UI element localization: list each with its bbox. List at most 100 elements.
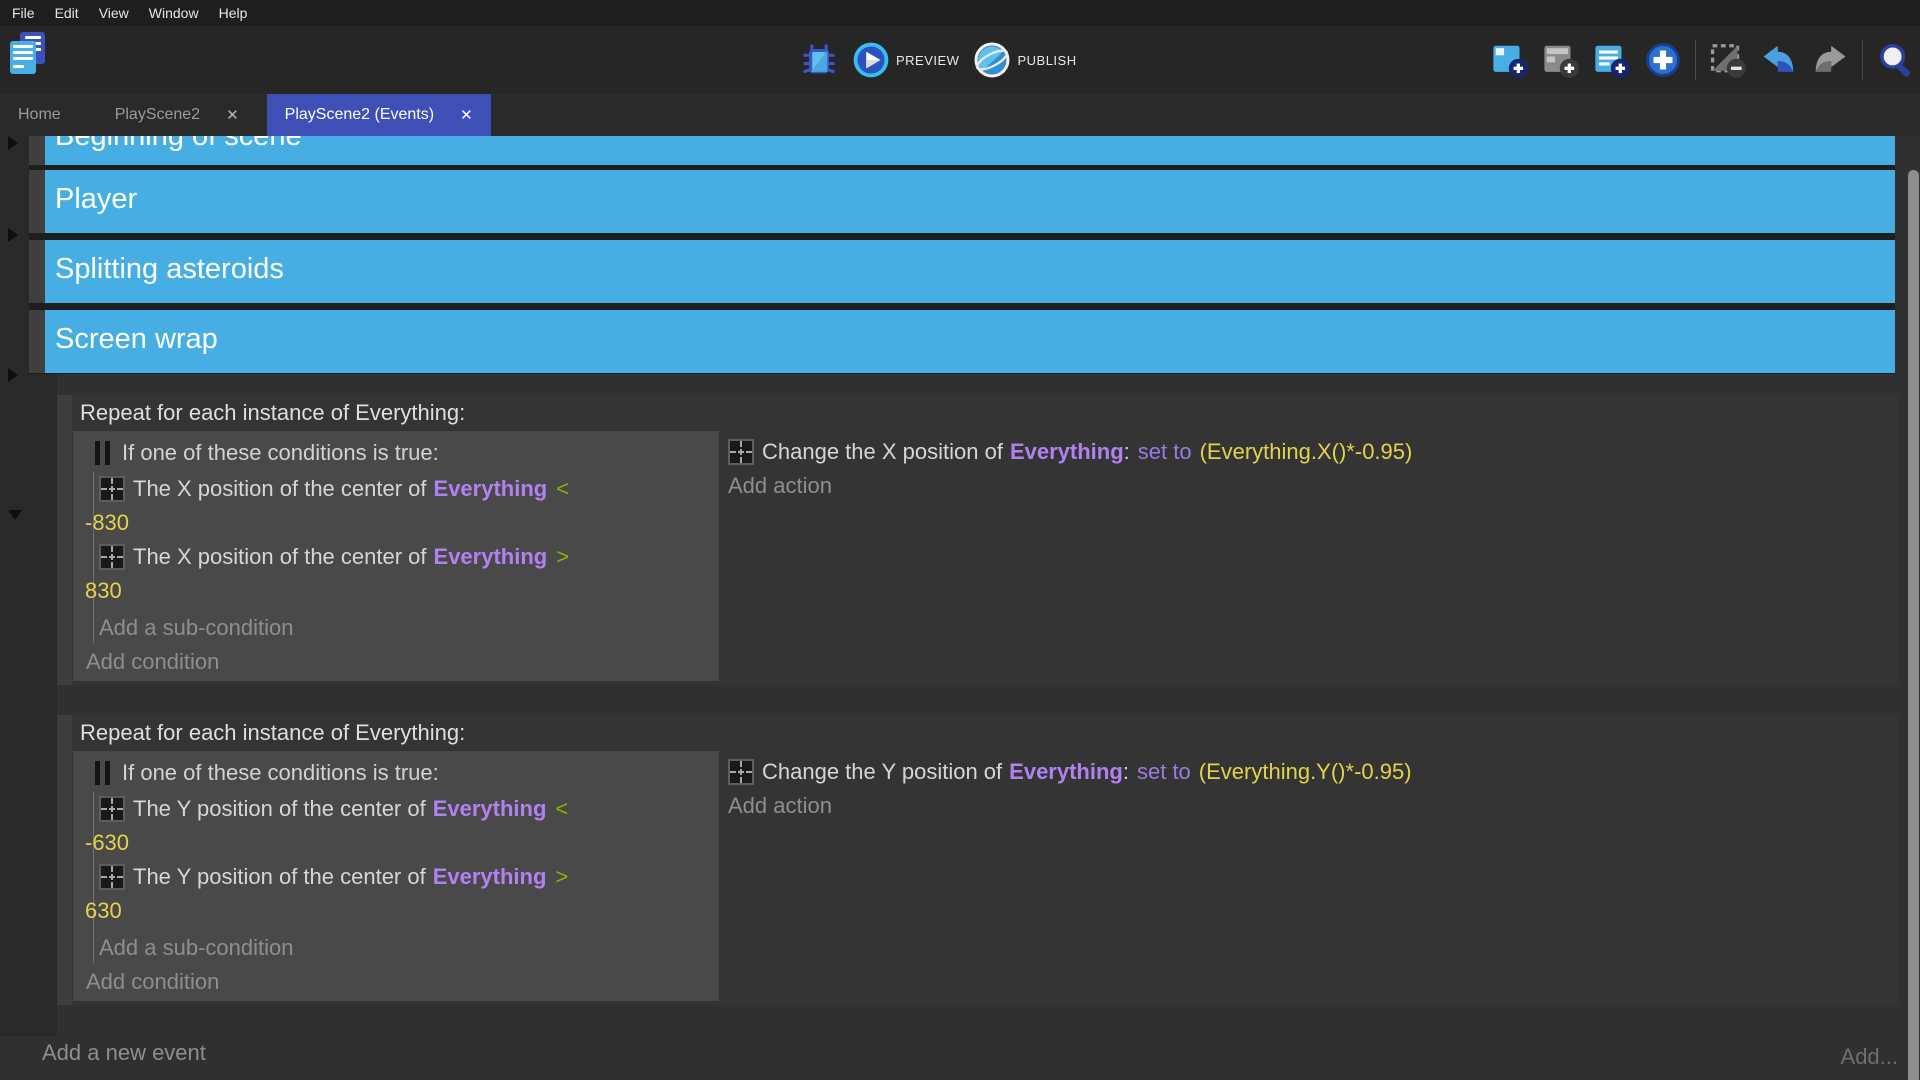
scrollbar-thumb[interactable]	[1908, 170, 1919, 1080]
group-title: Beginning of scene	[45, 136, 1895, 153]
comparison-operator: <	[556, 472, 569, 506]
add-event-icon[interactable]	[1491, 41, 1529, 79]
tab-playscene2-events[interactable]: PlayScene2 (Events) ✕	[267, 94, 491, 136]
menu-file[interactable]: File	[2, 0, 45, 26]
event-group-splitting-asteroids: Splitting asteroids	[0, 240, 1895, 303]
delete-selection-icon[interactable]	[1709, 41, 1747, 79]
menu-edit[interactable]: Edit	[45, 0, 89, 26]
expression-value: (Everything.Y()*-0.95)	[1199, 755, 1412, 789]
or-condition-title[interactable]: If one of these conditions is true:	[95, 756, 711, 790]
gdevelop-logo-icon	[8, 32, 48, 76]
object-name: Everything	[1009, 755, 1123, 789]
group-handle[interactable]	[29, 170, 45, 233]
actions-column: Change the X position of Everything : se…	[728, 431, 1412, 501]
object-name: Everything	[1010, 435, 1124, 469]
add-action-button[interactable]: Add action	[728, 790, 1412, 821]
add-subevent-icon[interactable]	[1542, 41, 1580, 79]
undo-icon[interactable]	[1760, 41, 1798, 79]
or-condition-title[interactable]: If one of these conditions is true:	[95, 436, 711, 470]
group-title: Screen wrap	[45, 323, 1895, 356]
condition-value: 830	[85, 574, 711, 608]
condition-row[interactable]: The Y position of the center of Everythi…	[99, 860, 711, 928]
set-operator: set to	[1137, 755, 1191, 789]
event-repeat-y[interactable]: Repeat for each instance of Everything: …	[57, 715, 1898, 1005]
conditions-column: If one of these conditions is true: The …	[73, 751, 719, 1001]
add-sub-condition-button[interactable]: Add a sub-condition	[99, 612, 711, 643]
comparison-operator: >	[555, 860, 568, 894]
preview-button[interactable]: PREVIEW	[852, 41, 959, 79]
tab-playscene2[interactable]: PlayScene2 ✕	[97, 94, 257, 136]
group-title: Player	[45, 183, 1895, 216]
set-operator: set to	[1138, 435, 1192, 469]
object-name: Everything	[433, 860, 547, 894]
main-toolbar: PREVIEW PUBLISH	[0, 26, 1920, 94]
event-group-player: Player	[0, 170, 1895, 233]
add-more-button[interactable]: Add...	[1841, 1044, 1898, 1070]
menu-window[interactable]: Window	[139, 0, 209, 26]
add-action-button[interactable]: Add action	[728, 470, 1412, 501]
event-handle[interactable]	[57, 715, 72, 1005]
menu-help[interactable]: Help	[209, 0, 258, 26]
close-icon[interactable]: ✕	[460, 106, 473, 124]
action-row[interactable]: Change the Y position of Everything : se…	[728, 755, 1412, 789]
add-condition-button[interactable]: Add condition	[86, 646, 711, 677]
tab-label: PlayScene2	[115, 106, 200, 124]
group-handle[interactable]	[29, 240, 45, 303]
conditions-column: If one of these conditions is true: The …	[73, 431, 719, 681]
event-handle[interactable]	[57, 395, 72, 685]
or-icon	[95, 761, 110, 785]
group-handle[interactable]	[29, 310, 45, 373]
group-handle[interactable]	[29, 136, 45, 165]
comparison-operator: <	[555, 792, 568, 826]
preview-label: PREVIEW	[896, 53, 959, 68]
actions-column: Change the Y position of Everything : se…	[728, 751, 1412, 821]
add-other-event-icon[interactable]	[1644, 41, 1682, 79]
comparison-operator: >	[556, 540, 569, 574]
position-icon	[728, 439, 754, 465]
close-icon[interactable]: ✕	[226, 106, 239, 124]
tab-label: Home	[18, 106, 61, 124]
group-header[interactable]: Splitting asteroids	[45, 240, 1895, 303]
expand-arrow-icon[interactable]	[8, 510, 22, 520]
vertical-scrollbar[interactable]	[1907, 170, 1920, 1080]
toolbar-separator	[1695, 40, 1696, 80]
object-name: Everything	[434, 472, 548, 506]
repeat-event-header[interactable]: Repeat for each instance of Everything:	[72, 395, 1898, 431]
collapse-arrow-icon[interactable]	[8, 136, 18, 150]
repeat-event-header[interactable]: Repeat for each instance of Everything:	[72, 715, 1898, 751]
publish-globe-icon	[973, 41, 1011, 79]
preview-play-icon	[852, 41, 890, 79]
add-condition-button[interactable]: Add condition	[86, 966, 711, 997]
group-header[interactable]: Beginning of scene	[45, 136, 1895, 165]
condition-value: 630	[85, 894, 711, 928]
debug-icon[interactable]	[800, 41, 838, 79]
add-sub-condition-button[interactable]: Add a sub-condition	[99, 932, 711, 963]
condition-row[interactable]: The Y position of the center of Everythi…	[99, 792, 711, 860]
position-icon	[728, 759, 754, 785]
object-name: Everything	[433, 792, 547, 826]
event-group-screen-wrap: Screen wrap	[0, 310, 1895, 373]
condition-row[interactable]: The X position of the center of Everythi…	[99, 472, 711, 540]
group-title: Splitting asteroids	[45, 253, 1895, 286]
menu-bar: File Edit View Window Help	[0, 0, 1920, 26]
object-name: Everything	[434, 540, 548, 574]
menu-view[interactable]: View	[89, 0, 139, 26]
events-sheet: Beginning of scene Player Splitting aste…	[0, 136, 1920, 1080]
expression-value: (Everything.X()*-0.95)	[1200, 435, 1413, 469]
event-repeat-x[interactable]: Repeat for each instance of Everything: …	[57, 395, 1898, 685]
add-comment-icon[interactable]	[1593, 41, 1631, 79]
position-icon	[99, 864, 125, 890]
publish-button[interactable]: PUBLISH	[973, 41, 1076, 79]
search-icon[interactable]	[1876, 41, 1914, 79]
gdevelop-app: File Edit View Window Help	[0, 0, 1920, 1080]
editor-tab-bar: Home PlayScene2 ✕ PlayScene2 (Events) ✕	[0, 94, 1920, 136]
toolbar-separator	[1862, 40, 1863, 80]
action-row[interactable]: Change the X position of Everything : se…	[728, 435, 1412, 469]
condition-value: -630	[85, 826, 711, 860]
add-new-event-button[interactable]: Add a new event	[42, 1040, 206, 1066]
redo-icon[interactable]	[1811, 41, 1849, 79]
tab-home[interactable]: Home	[0, 94, 79, 136]
group-header[interactable]: Player	[45, 170, 1895, 233]
group-header[interactable]: Screen wrap	[45, 310, 1895, 373]
condition-row[interactable]: The X position of the center of Everythi…	[99, 540, 711, 608]
